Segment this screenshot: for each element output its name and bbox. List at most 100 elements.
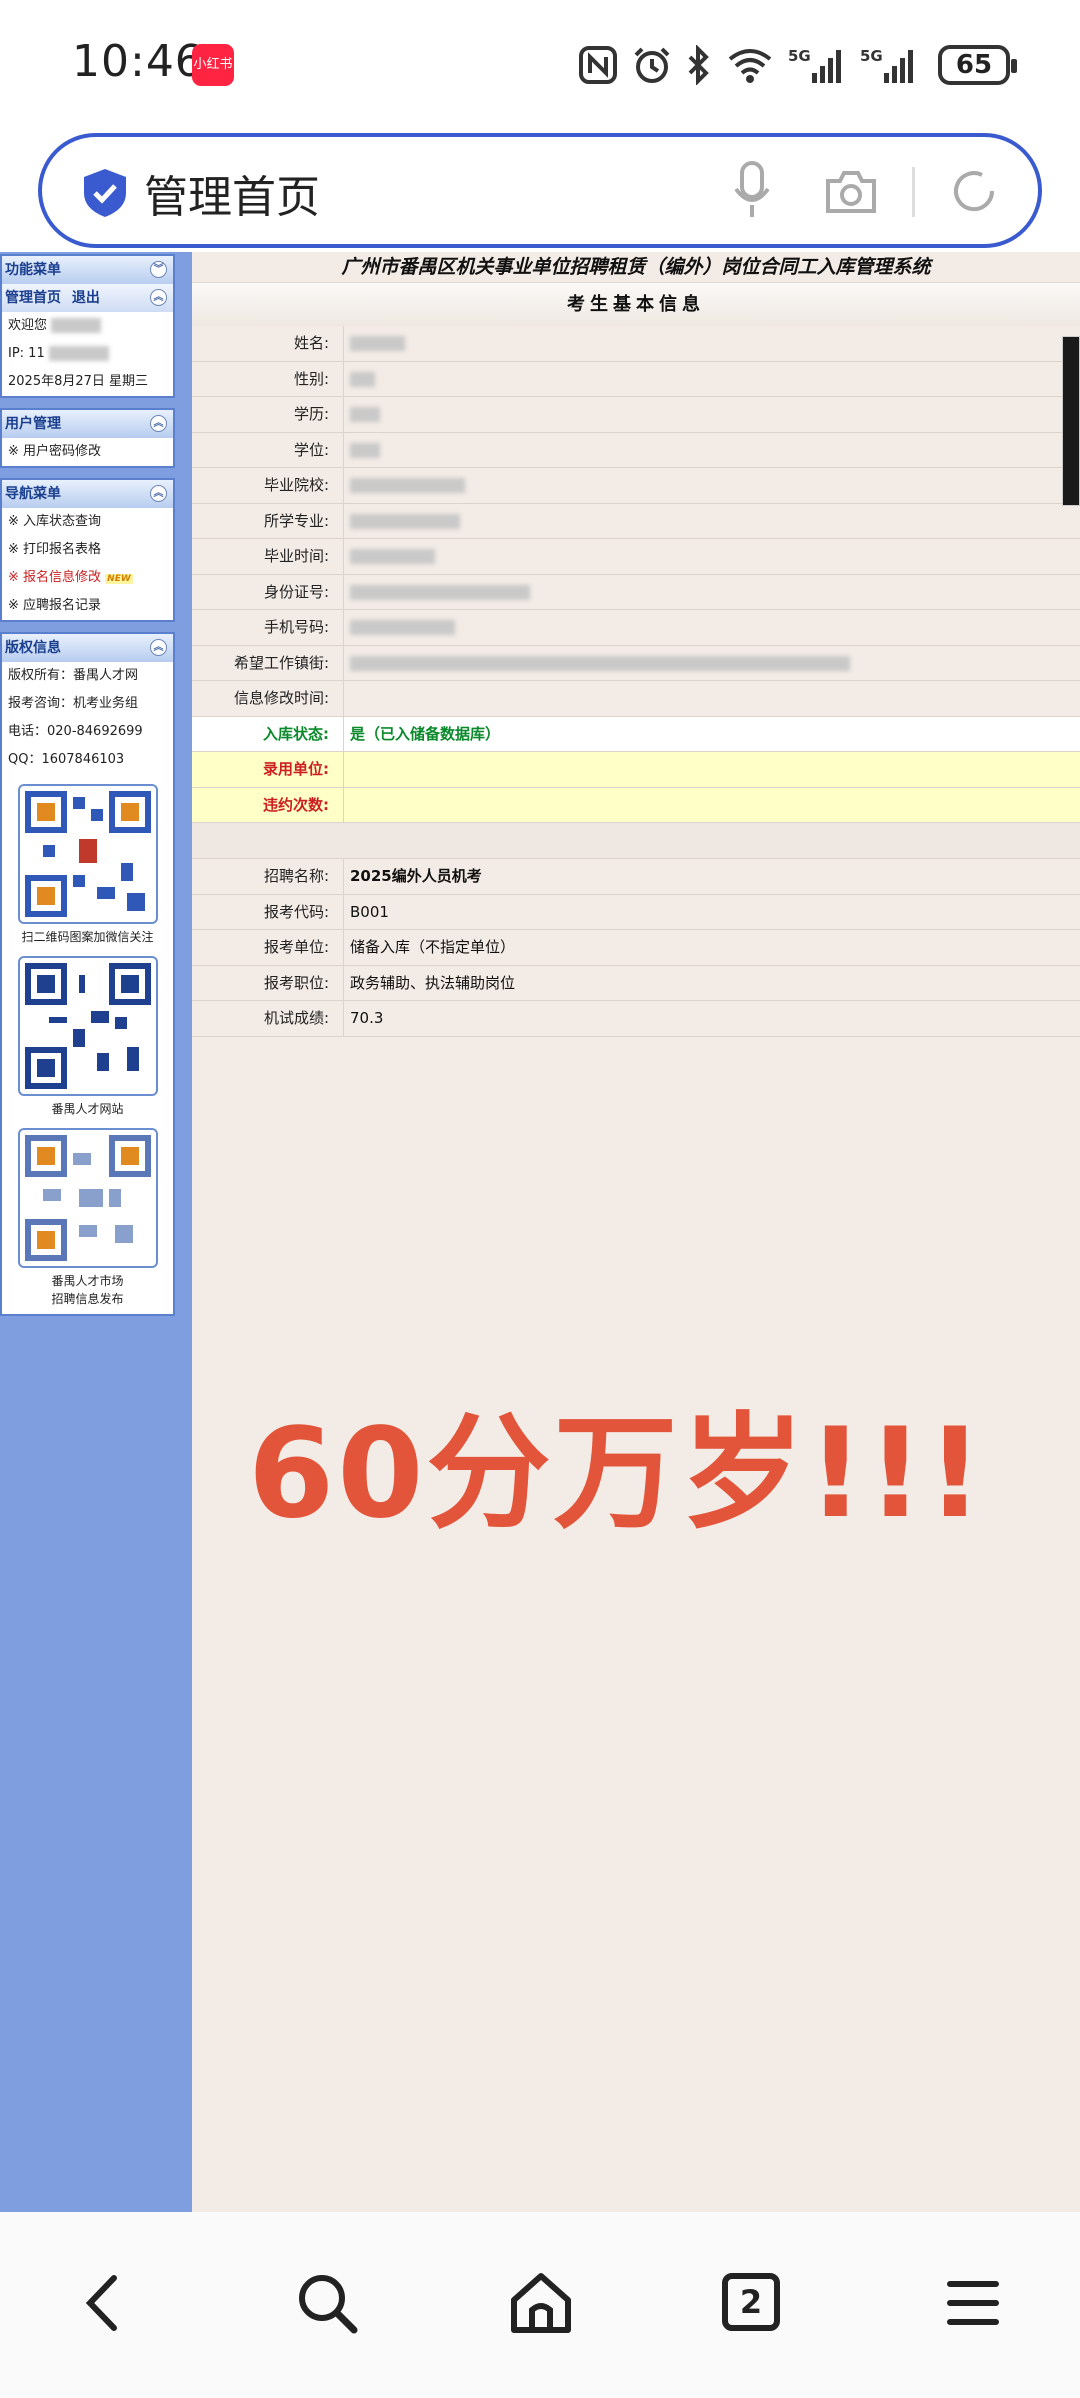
tabs-button[interactable]: 2 <box>722 2268 792 2338</box>
redacted-value <box>350 478 465 493</box>
address-bar[interactable]: 管理首页 <box>38 133 1042 248</box>
status-time: 10:46 <box>72 36 204 87</box>
back-icon[interactable] <box>70 2268 140 2338</box>
app-badge-icon: 小红书 <box>192 44 234 86</box>
info-label: 毕业时间: <box>192 539 344 574</box>
qr-caption-wechat: 扫二维码图案加微信关注 <box>21 930 154 944</box>
collapse-icon[interactable]: ︽ <box>150 639 167 656</box>
copyright-owner: 版权所有：番禺人才网 <box>8 668 139 683</box>
battery-level: 65 <box>955 50 993 80</box>
info-value-redacted <box>344 397 1080 432</box>
collapse-icon[interactable]: ︽ <box>150 289 167 306</box>
redacted-value <box>350 549 435 564</box>
qr-code-market <box>17 1128 158 1268</box>
info-value-redacted <box>344 504 1080 539</box>
exam-row-score: 机试成绩: 70.3 <box>192 1001 1080 1037</box>
row-spacer <box>192 823 1080 859</box>
info-label: 希望工作镇街: <box>192 645 344 680</box>
signal-5g-icon: 5G <box>788 47 841 83</box>
battery-icon: 65 <box>938 45 1017 85</box>
refresh-icon[interactable] <box>948 165 1000 217</box>
redacted-value <box>350 407 380 422</box>
microphone-icon[interactable] <box>732 161 772 221</box>
function-menu-header[interactable]: 功能菜单 ︾ <box>2 256 173 284</box>
collapse-icon[interactable]: ︽ <box>150 485 167 502</box>
menu-icon[interactable] <box>938 2268 1008 2338</box>
ip-label: IP: 11 <box>8 346 45 361</box>
info-row-degree: 学位: <box>192 432 1080 468</box>
exam-row-position: 报考职位: 政务辅助、执法辅助岗位 <box>192 965 1080 1001</box>
info-value-empty <box>344 681 1080 716</box>
qr-code-icon <box>24 791 151 917</box>
menu-item-print-form[interactable]: ※ 打印报名表格 <box>2 536 173 564</box>
info-value-redacted <box>344 539 1080 574</box>
home-link[interactable]: 管理首页 <box>5 290 61 306</box>
info-label: 性别: <box>192 361 344 396</box>
exam-row-name: 招聘名称: 2025编外人员机考 <box>192 859 1080 895</box>
section-title: 考生基本信息 <box>192 282 1080 326</box>
redacted-value <box>350 655 850 671</box>
redacted-value <box>350 442 380 458</box>
copyright-header[interactable]: 版权信息 ︽ <box>2 634 173 662</box>
user-mgmt-header[interactable]: 用户管理 ︽ <box>2 410 173 438</box>
address-bar-divider <box>912 167 915 217</box>
svg-text:5G: 5G <box>860 47 883 65</box>
logout-link[interactable]: 退出 <box>72 290 100 306</box>
alarm-icon <box>634 47 670 83</box>
menu-item-status-query[interactable]: ※ 入库状态查询 <box>2 508 173 536</box>
exam-code-label: 报考代码: <box>192 894 344 929</box>
home-logout-row: 管理首页 退出 ︽ <box>2 284 173 312</box>
redacted-username <box>51 318 102 333</box>
info-value-redacted <box>344 646 1080 681</box>
camera-icon[interactable] <box>824 167 878 215</box>
info-row-education: 学历: <box>192 397 1080 433</box>
menu-item-edit-info[interactable]: ※ 报名信息修改 NEW <box>2 564 173 592</box>
exam-code-value: B001 <box>350 902 389 921</box>
status-icons: 5G 5G 65 <box>578 40 1017 90</box>
info-label: 学位: <box>192 432 344 467</box>
phone-screen: 10:46 小红书 5G 5G 65 管理首页 功能菜单 ︾ 管理首页 退出 ︽… <box>0 0 1080 2398</box>
info-label: 毕业院校: <box>192 468 344 503</box>
page-title[interactable]: 管理首页 <box>144 161 320 225</box>
qr-code-icon <box>24 1135 151 1261</box>
exam-score-value: 70.3 <box>350 1009 384 1027</box>
status-value: 是（已入储备数据库） <box>350 724 501 743</box>
info-label: 身份证号: <box>192 574 344 609</box>
qr-code-wechat <box>17 784 158 924</box>
copyright-title: 版权信息 <box>5 640 61 656</box>
edit-info-label: ※ 报名信息修改 <box>8 570 102 585</box>
info-row-id-number: 身份证号: <box>192 574 1080 610</box>
function-menu-panel: 功能菜单 ︾ 管理首页 退出 ︽ 欢迎您 IP: 11 2025年8月27日 星… <box>0 254 175 398</box>
shield-check-icon <box>84 169 126 217</box>
info-label: 手机号码: <box>192 610 344 645</box>
info-label: 信息修改时间: <box>192 681 344 716</box>
info-row-major: 所学专业: <box>192 503 1080 539</box>
qr-code-website <box>17 956 158 1096</box>
menu-item-application-records[interactable]: ※ 应聘报名记录 <box>2 592 173 620</box>
home-icon[interactable] <box>506 2268 576 2338</box>
info-row-name: 姓名: <box>192 326 1080 362</box>
collapse-icon[interactable]: ︽ <box>150 415 167 432</box>
redacted-ip <box>48 346 109 361</box>
info-row-modified-time: 信息修改时间: <box>192 681 1080 717</box>
collapse-icon[interactable]: ︾ <box>150 261 167 278</box>
copyright-phone: 电话：020-84692699 <box>8 724 143 739</box>
info-label: 姓名: <box>192 326 344 361</box>
exam-row-code: 报考代码: B001 <box>192 894 1080 930</box>
redacted-value <box>350 584 530 600</box>
nav-menu-header[interactable]: 导航菜单 ︽ <box>2 480 173 508</box>
info-row-desired-town: 希望工作镇街: <box>192 645 1080 681</box>
web-page: 功能菜单 ︾ 管理首页 退出 ︽ 欢迎您 IP: 11 2025年8月27日 星… <box>0 252 1080 2212</box>
exam-score-label: 机试成绩: <box>192 1001 344 1036</box>
menu-item-change-password[interactable]: ※ 用户密码修改 <box>2 438 173 466</box>
qr-caption-market-2: 招聘信息发布 <box>51 1292 124 1306</box>
search-icon[interactable] <box>292 2268 362 2338</box>
status-bar: 10:46 小红书 5G 5G 65 <box>0 0 1080 130</box>
exam-unit-value: 储备入库（不指定单位） <box>350 938 516 956</box>
exam-position-label: 报考职位: <box>192 965 344 1000</box>
bluetooth-icon <box>688 45 709 85</box>
redacted-value <box>350 513 460 529</box>
info-row-hire-unit: 录用单位: <box>192 752 1080 788</box>
info-value-redacted <box>344 575 1080 610</box>
info-row-status: 入库状态: 是（已入储备数据库） <box>192 716 1080 752</box>
